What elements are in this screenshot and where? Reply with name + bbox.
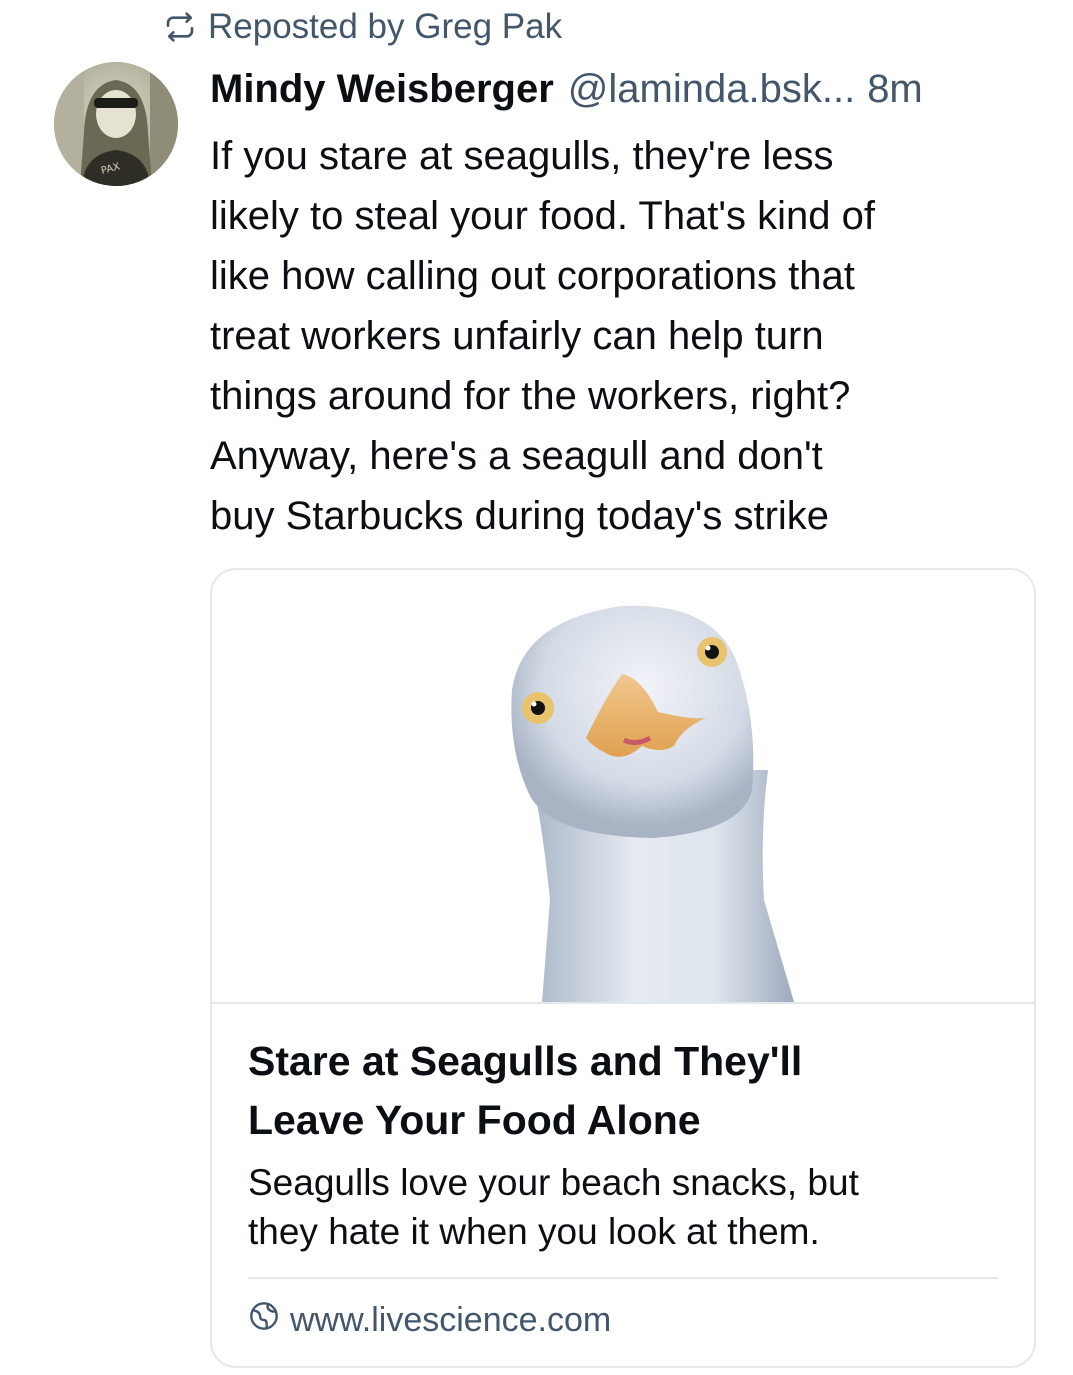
avatar[interactable]: PAX	[54, 62, 178, 186]
link-card-title: Stare at Seagulls and They'll Leave Your…	[248, 1032, 968, 1150]
link-card-description-line: they hate it when you look at them.	[248, 1211, 820, 1252]
seagull-image	[212, 570, 1034, 1004]
post-text-line: Anyway, here's a seagull and don't	[210, 434, 823, 478]
link-card-description: Seagulls love your beach snacks, but the…	[248, 1158, 1008, 1256]
post-body-text: If you stare at seagulls, they're less l…	[210, 126, 1050, 546]
post-timestamp[interactable]: 8m	[867, 67, 923, 112]
post-text-line: buy Starbucks during today's strike	[210, 494, 830, 538]
post-text-line: treat workers unfairly can help turn	[210, 314, 824, 358]
post-text-line: If you stare at seagulls, they're less	[210, 134, 834, 178]
link-card-title-line: Stare at Seagulls and They'll	[248, 1038, 803, 1084]
post-header: Mindy Weisberger @laminda.bsk... 8m	[210, 64, 1040, 114]
link-card-domain[interactable]: www.livescience.com	[248, 1298, 611, 1342]
link-preview-card[interactable]: Stare at Seagulls and They'll Leave Your…	[210, 568, 1036, 1368]
link-card-domain-text: www.livescience.com	[290, 1300, 612, 1339]
link-card-title-line: Leave Your Food Alone	[248, 1097, 701, 1143]
repost-indicator[interactable]: Reposted by Greg Pak	[164, 6, 562, 48]
author-display-name[interactable]: Mindy Weisberger	[210, 67, 554, 112]
link-card-divider	[248, 1277, 998, 1279]
repost-text: Reposted by Greg Pak	[208, 7, 563, 46]
globe-icon	[248, 1300, 280, 1341]
post-text-line: things around for the workers, right?	[210, 374, 851, 418]
repost-icon	[164, 11, 196, 43]
link-card-description-line: Seagulls love your beach snacks, but	[248, 1162, 859, 1203]
post-text-line: likely to steal your food. That's kind o…	[210, 194, 876, 238]
feed-post[interactable]: Reposted by Greg Pak PAX Mindy Weisberge…	[0, 0, 1073, 1375]
post-text-line: like how calling out corporations that	[210, 254, 855, 298]
author-handle[interactable]: @laminda.bsk...	[568, 67, 855, 112]
